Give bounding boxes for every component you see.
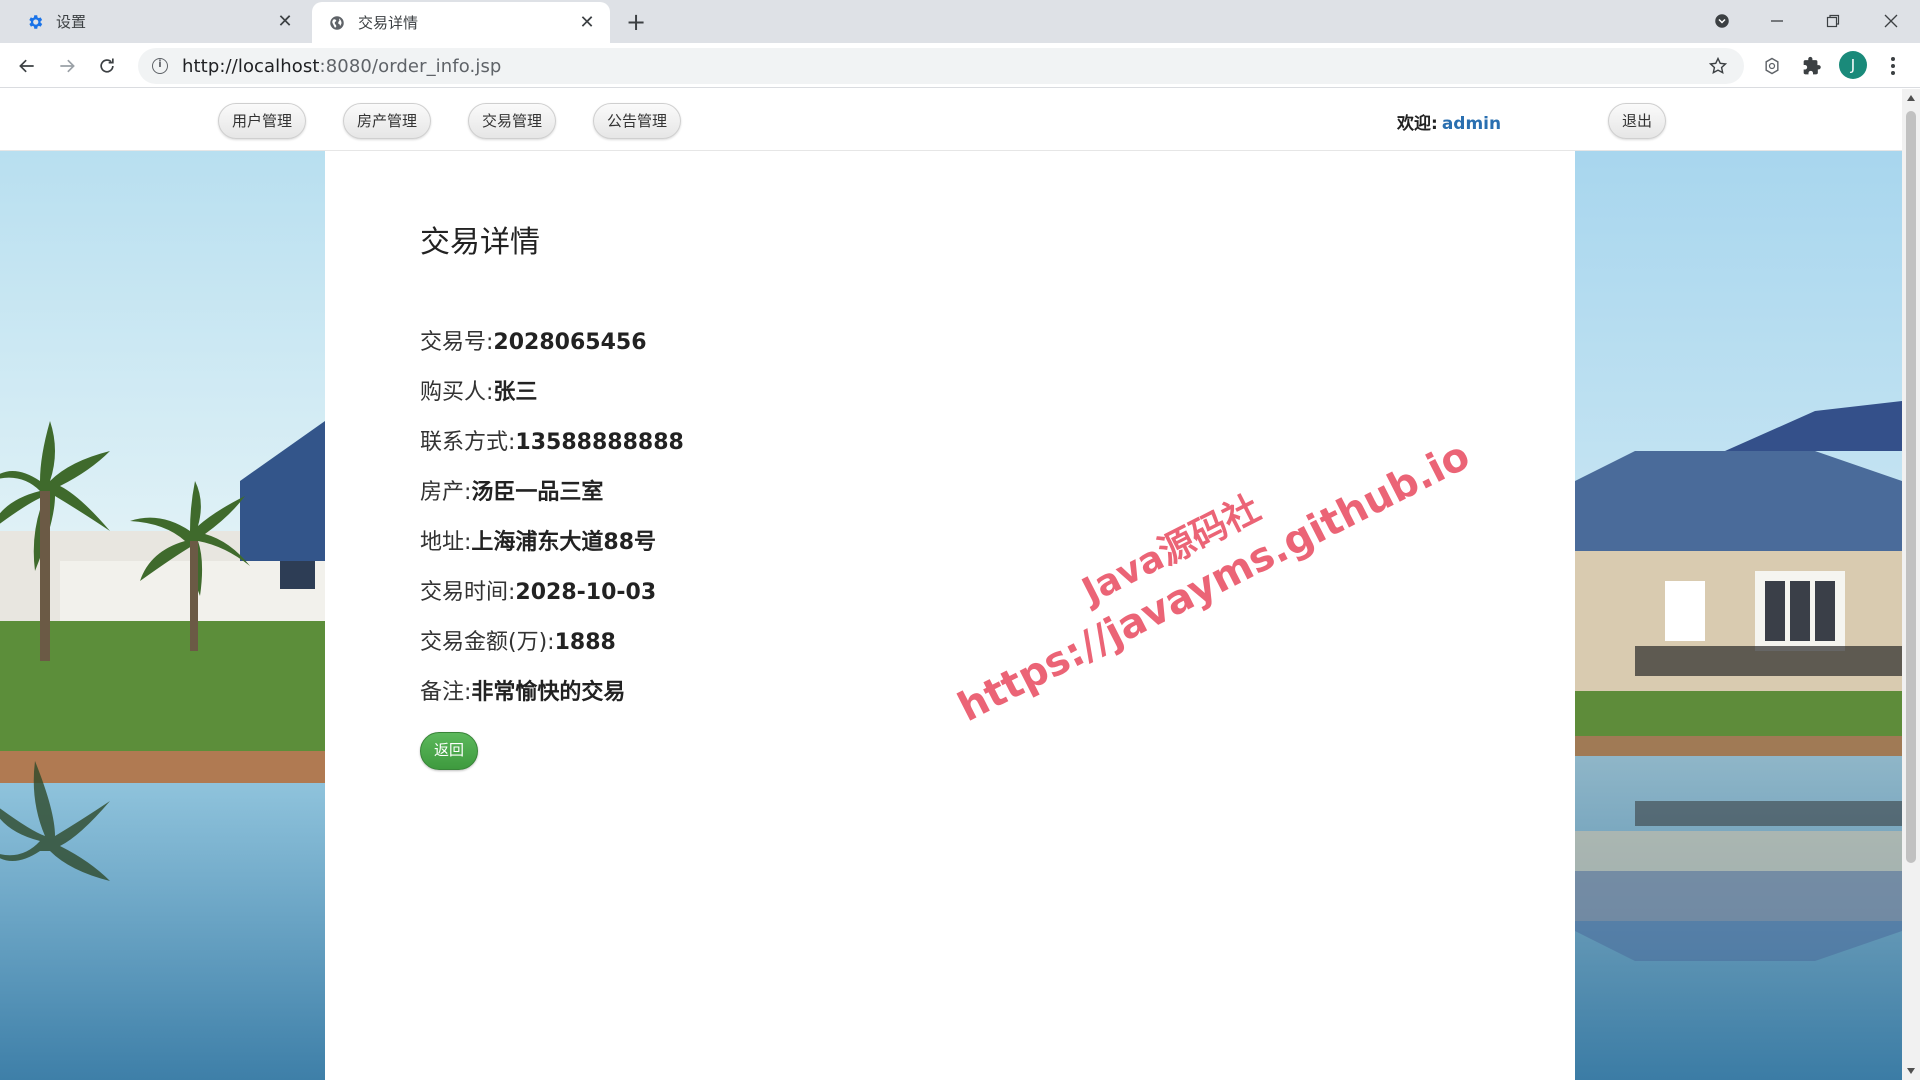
globe-icon (328, 14, 346, 32)
field-contact: 联系方式:13588888888 (420, 424, 684, 456)
field-label: 房产: (420, 480, 472, 505)
field-value: 2028-10-03 (515, 580, 657, 605)
tab-label: 交易详情 (358, 14, 419, 32)
profile-avatar[interactable]: J (1839, 51, 1867, 79)
close-icon[interactable]: ✕ (576, 12, 598, 34)
username[interactable]: admin (1442, 114, 1501, 134)
url-text: http://localhost:8080/order_info.jsp (182, 56, 501, 77)
field-value: 非常愉快的交易 (471, 680, 626, 705)
scroll-up-arrow-icon[interactable] (1907, 95, 1915, 101)
page-scrollbar[interactable] (1902, 89, 1920, 1080)
field-value: 13588888888 (515, 430, 684, 455)
close-window-icon[interactable] (1876, 8, 1906, 34)
bookmark-star-icon[interactable] (1708, 56, 1728, 76)
info-icon[interactable]: i (152, 58, 168, 74)
nav-transaction-management[interactable]: 交易管理 (468, 103, 557, 139)
page-title: 交易详情 (420, 225, 540, 260)
field-value: 1888 (554, 630, 616, 655)
field-value: 张三 (493, 380, 538, 405)
kebab-menu-icon[interactable] (1878, 51, 1908, 81)
field-remark: 备注:非常愉快的交易 (420, 674, 625, 706)
browser-tab-strip: 设置 ✕ 交易详情 ✕ + (0, 0, 1920, 43)
field-label: 联系方式: (420, 430, 516, 455)
background-photo-left (0, 151, 325, 1080)
background-photo-right (1575, 151, 1902, 1080)
field-value: 上海浦东大道88号 (471, 530, 657, 555)
close-icon[interactable]: ✕ (274, 11, 296, 33)
reload-icon[interactable] (92, 51, 122, 81)
field-property: 房产:汤臣一品三室 (420, 474, 603, 506)
welcome-text: 欢迎: admin (1397, 109, 1501, 134)
field-transaction-time: 交易时间:2028-10-03 (420, 574, 656, 606)
extension-icon[interactable] (1757, 51, 1787, 81)
address-bar[interactable]: i http://localhost:8080/order_info.jsp (138, 48, 1744, 84)
minimize-icon[interactable] (1762, 8, 1792, 34)
tab-settings[interactable]: 设置 ✕ (10, 0, 308, 43)
gear-icon (26, 13, 44, 31)
field-order-number: 交易号:2028065456 (420, 324, 647, 356)
logout-button[interactable]: 退出 (1608, 103, 1667, 139)
field-label: 地址: (420, 530, 472, 555)
field-amount: 交易金额(万):1888 (420, 624, 616, 656)
url-host: http://localhost (182, 55, 320, 77)
url-path: :8080/order_info.jsp (319, 55, 502, 77)
new-tab-button[interactable]: + (622, 8, 650, 36)
field-label: 备注: (420, 680, 472, 705)
field-address: 地址:上海浦东大道88号 (420, 524, 656, 556)
field-label: 交易号: (420, 330, 494, 355)
scroll-down-arrow-icon[interactable] (1907, 1068, 1915, 1074)
back-button[interactable]: 返回 (420, 732, 478, 770)
welcome-label: 欢迎: (1397, 114, 1438, 134)
tab-label: 设置 (56, 13, 87, 31)
scroll-thumb[interactable] (1906, 111, 1916, 863)
order-detail-panel: 交易详情 交易号:2028065456 购买人:张三 联系方式:13588888… (325, 151, 1575, 1080)
field-label: 交易时间: (420, 580, 516, 605)
nav-property-management[interactable]: 房产管理 (343, 103, 432, 139)
tab-order-detail[interactable]: 交易详情 ✕ (312, 2, 610, 43)
restore-icon[interactable] (1818, 8, 1848, 34)
field-buyer: 购买人:张三 (420, 374, 537, 406)
field-value: 2028065456 (493, 330, 647, 355)
browser-toolbar: i http://localhost:8080/order_info.jsp (0, 43, 1920, 88)
field-label: 购买人: (420, 380, 494, 405)
back-arrow-icon[interactable] (12, 51, 42, 81)
nav-notice-management[interactable]: 公告管理 (593, 103, 682, 139)
top-navigation: 用户管理 房产管理 交易管理 公告管理 欢迎: admin 退出 (0, 89, 1902, 151)
field-label: 交易金额(万): (420, 630, 555, 655)
nav-user-management[interactable]: 用户管理 (218, 103, 307, 139)
web-page: 用户管理 房产管理 交易管理 公告管理 欢迎: admin 退出 交易详情 交易… (0, 89, 1902, 1080)
forward-arrow-icon[interactable] (52, 51, 82, 81)
puzzle-icon[interactable] (1797, 51, 1827, 81)
field-value: 汤臣一品三室 (471, 480, 604, 505)
tab-search-icon[interactable] (1707, 8, 1737, 34)
